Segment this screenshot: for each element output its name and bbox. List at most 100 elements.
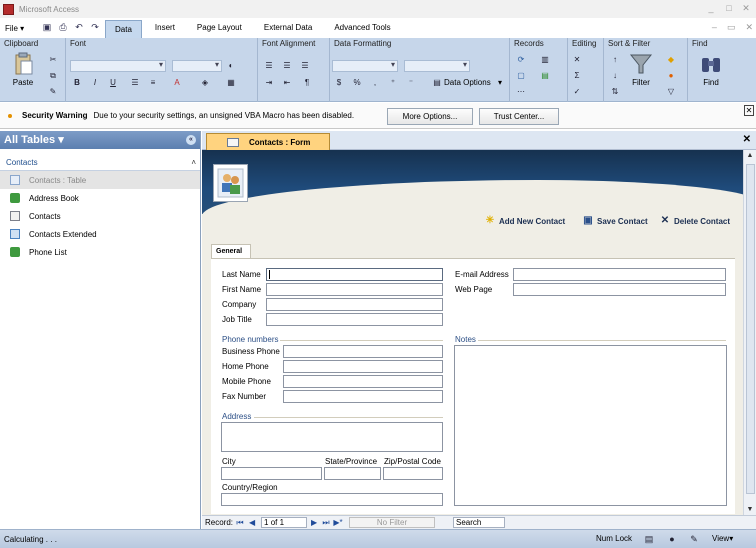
zip-field[interactable] (383, 467, 443, 480)
refresh-icon[interactable]: ⟳ (514, 54, 528, 66)
form-view-icon[interactable]: ▤ (643, 533, 655, 545)
redo-icon[interactable]: ↷ (89, 22, 101, 34)
gridlines-icon[interactable]: ▦ (224, 77, 238, 89)
minimize-button[interactable]: _ (704, 2, 718, 14)
trust-center-button[interactable]: Trust Center... (479, 108, 559, 125)
clear-sort-icon[interactable]: ⇅ (608, 86, 622, 98)
save-record-icon[interactable]: ▢ (514, 70, 528, 82)
ribbon-restore-icon[interactable]: ▭ (727, 22, 736, 33)
undo-icon[interactable]: ↶ (73, 22, 85, 34)
company-field[interactable] (266, 298, 443, 311)
print-icon[interactable]: ⎙ (57, 22, 69, 34)
web-page-field[interactable] (513, 283, 726, 296)
text-direction-icon[interactable]: ¶ (300, 77, 314, 89)
vertical-scrollbar[interactable]: ▲ ▼ (743, 150, 756, 516)
close-document-icon[interactable]: ✕ (743, 134, 751, 145)
layout-view-icon[interactable]: ● (666, 533, 678, 545)
font-name-combo[interactable] (70, 60, 166, 72)
search-input[interactable]: Search (453, 517, 506, 528)
scroll-up-icon[interactable]: ▲ (744, 150, 756, 162)
selection-filter-icon[interactable]: ◆ (664, 54, 678, 66)
design-view-icon[interactable]: ✎ (688, 533, 700, 545)
state-field[interactable] (324, 467, 381, 480)
bullets-icon[interactable]: ☰ (128, 77, 142, 89)
tab-insert[interactable]: Insert (146, 19, 184, 37)
save-icon[interactable]: ▣ (41, 22, 53, 34)
advanced-filter-icon[interactable]: ● (664, 70, 678, 82)
copy-icon[interactable]: ⧉ (46, 70, 60, 82)
format-combo[interactable] (404, 60, 470, 72)
format-painter-icon[interactable]: ✎ (46, 86, 60, 98)
data-options-dropdown-icon[interactable]: ▾ (498, 78, 502, 87)
delete-contact-button[interactable]: ✕ Delete Contact (660, 216, 730, 226)
indent-icon[interactable]: ⇥ (262, 77, 276, 89)
file-menu[interactable]: File ▾ (5, 24, 35, 33)
last-record-icon[interactable]: ⏭ (321, 518, 331, 528)
nav-item-phone-list[interactable]: Phone List (0, 243, 200, 261)
tab-external-data[interactable]: External Data (255, 19, 321, 37)
font-size-combo[interactable] (172, 60, 222, 72)
replace-icon[interactable]: ✕ (570, 54, 584, 66)
job-title-field[interactable] (266, 313, 443, 326)
filter-button[interactable]: Filter (626, 52, 656, 87)
numbering-icon[interactable]: ≡ (146, 77, 160, 89)
shading-icon[interactable]: ◐ (224, 60, 238, 72)
toggle-filter-icon[interactable]: ▽ (664, 86, 678, 98)
save-contact-button[interactable]: ▣ Save Contact (583, 216, 647, 226)
align-left-icon[interactable]: ☰ (262, 60, 276, 72)
tab-advanced-tools[interactable]: Advanced Tools (325, 19, 399, 37)
business-phone-field[interactable] (283, 345, 443, 358)
notes-field[interactable] (454, 345, 727, 506)
currency-button[interactable]: $ (332, 77, 346, 89)
no-filter-button[interactable]: No Filter (349, 517, 436, 528)
fill-color-icon[interactable]: ◈ (198, 77, 212, 89)
align-right-icon[interactable]: ☰ (298, 60, 312, 72)
add-new-contact-button[interactable]: ✳ Add New Contact (485, 216, 565, 226)
more-records-icon[interactable]: ⋯ (514, 86, 528, 98)
nav-item-contacts-table[interactable]: Contacts : Table (0, 171, 200, 189)
nav-item-address-book[interactable]: Address Book (0, 189, 200, 207)
nav-item-contacts-extended[interactable]: Contacts Extended (0, 225, 200, 243)
find-button[interactable]: Find (696, 52, 726, 87)
last-name-field[interactable] (266, 268, 443, 281)
ribbon-minimize-icon[interactable]: – (712, 22, 717, 33)
home-phone-field[interactable] (283, 360, 443, 373)
close-security-bar-icon[interactable]: ✕ (744, 105, 754, 116)
city-field[interactable] (221, 467, 322, 480)
decrease-decimal-icon[interactable]: ⁻ (404, 77, 418, 89)
data-options-button[interactable]: Data Options (444, 78, 491, 87)
first-name-field[interactable] (266, 283, 443, 296)
nav-item-contacts-form[interactable]: Contacts (0, 207, 200, 225)
email-field[interactable] (513, 268, 726, 281)
tab-general[interactable]: General (211, 244, 251, 259)
outdent-icon[interactable]: ⇤ (280, 77, 294, 89)
underline-button[interactable]: U (106, 77, 120, 89)
data-type-combo[interactable] (332, 60, 398, 72)
font-color-icon[interactable]: A (170, 77, 184, 89)
nav-header[interactable]: All Tables ▾ « (0, 131, 200, 149)
tab-data[interactable]: Data (105, 20, 142, 38)
mobile-phone-field[interactable] (283, 375, 443, 388)
comma-button[interactable]: , (368, 77, 382, 89)
close-window-button[interactable]: ✕ (739, 2, 753, 14)
cut-icon[interactable]: ✂ (46, 54, 60, 66)
previous-record-icon[interactable]: ◀ (247, 518, 257, 528)
increase-decimal-icon[interactable]: ⁺ (386, 77, 400, 89)
record-position[interactable]: 1 of 1 (261, 517, 308, 528)
collapse-nav-icon[interactable]: « (186, 135, 196, 145)
spelling-icon[interactable]: ✓ (570, 86, 584, 98)
align-center-icon[interactable]: ☰ (280, 60, 294, 72)
ribbon-close-icon[interactable]: ✕ (745, 22, 753, 33)
new-record-icon[interactable]: ▥ (538, 54, 552, 66)
nav-group-contacts[interactable]: Contacts ˄ (0, 155, 200, 171)
address-field[interactable] (221, 422, 443, 452)
first-record-icon[interactable]: ⏮ (235, 518, 245, 528)
bold-button[interactable]: B (70, 77, 84, 89)
tab-contacts-form[interactable]: Contacts : Form (206, 133, 330, 150)
tab-page-layout[interactable]: Page Layout (188, 19, 251, 37)
scroll-thumb[interactable] (746, 164, 755, 494)
new-record-nav-icon[interactable]: ▶* (333, 518, 343, 528)
sort-ascending-icon[interactable]: ↑ (608, 54, 622, 66)
next-record-icon[interactable]: ▶ (309, 518, 319, 528)
totals-icon[interactable]: ▤ (538, 70, 552, 82)
